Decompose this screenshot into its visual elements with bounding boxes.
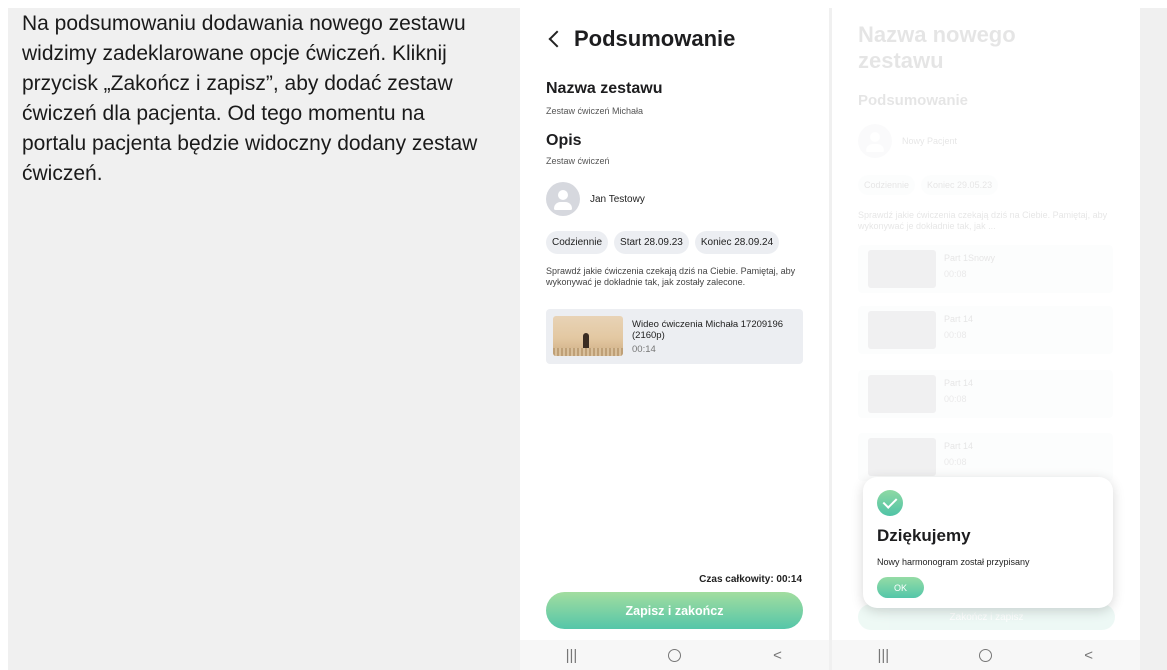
checkmark-icon [877,490,903,516]
instructions-text: Sprawdź jakie ćwiczenia czekają dziś na … [858,210,1108,231]
patient-row: Nowy Pacjent [858,124,957,158]
video-title: Wideo ćwiczenia Michała 17209196 (2160p) [632,319,784,341]
header: Podsumowanie [546,26,735,52]
confirmation-screen: Nazwa nowego zestawu Podsumowanie Nowy P… [832,8,1140,670]
set-title: Nazwa nowego zestawu [858,22,1016,73]
person-silhouette [583,333,589,349]
schedule-chips: Codziennie Koniec 29.05.23 [858,175,999,195]
success-dialog: Dziękujemy Nowy harmonogram został przyp… [863,477,1113,608]
set-name-heading: Nazwa zestawu [546,80,663,97]
home-icon[interactable] [655,648,695,662]
start-date-chip: Start 28.09.23 [614,231,689,254]
patient-name: Jan Testowy [590,193,645,205]
summary-screen: Podsumowanie Nazwa zestawu Zestaw ćwicze… [520,8,829,670]
item-duration: 00:08 [944,457,967,467]
list-item: Part 1Snowy 00:08 [858,245,1113,293]
item-name: Part 14 [944,378,974,388]
video-duration: 00:14 [632,344,656,355]
patient-name: Nowy Pacjent [902,136,958,146]
avatar [858,124,892,158]
avatar [546,182,580,216]
home-icon[interactable] [966,648,1006,662]
item-name: Part 1Snowy [944,253,996,263]
video-card[interactable]: Wideo ćwiczenia Michała 17209196 (2160p)… [546,309,803,364]
description-heading: Opis [546,132,582,149]
recents-icon[interactable]: ||| [863,647,903,664]
item-duration: 00:08 [944,394,967,404]
video-thumbnail [553,316,623,356]
set-name-value: Zestaw ćwiczeń Michała [546,106,644,116]
dialog-title: Dziękujemy [877,526,971,545]
frequency-chip: Codziennie [858,175,916,195]
frequency-chip: Codziennie [546,231,609,254]
chevron-left-icon[interactable] [546,27,566,51]
instructions-text: Sprawdź jakie ćwiczenia czekają dziś na … [546,266,796,287]
summary-subtitle: Podsumowanie [858,92,969,109]
item-name: Part 14 [944,314,974,324]
video-thumbnail [868,250,936,288]
right-panel-background [1140,8,1167,670]
total-time: Czas całkowity: 00:14 [699,574,802,585]
item-duration: 00:08 [944,269,967,279]
recents-icon[interactable]: ||| [552,647,592,664]
ok-button[interactable]: OK [877,577,924,598]
end-date-chip: Koniec 29.05.23 [921,175,999,195]
android-nav-bar: ||| < [520,640,829,670]
slide: Na podsumowaniu dodawania nowego zestawu… [0,0,1167,670]
video-thumbnail [868,375,936,413]
end-date-chip: Koniec 28.09.24 [694,231,780,254]
list-item: Part 14 00:08 [858,370,1113,418]
instruction-text: Na podsumowaniu dodawania nowego zestawu… [22,12,478,185]
dialog-message: Nowy harmonogram został przypisany [877,557,1030,567]
page-title: Podsumowanie [574,26,736,51]
schedule-chips: Codziennie Start 28.09.23 Koniec 28.09.2… [546,231,780,254]
list-item: Part 14 00:08 [858,433,1113,481]
item-duration: 00:08 [944,330,967,340]
save-and-finish-button[interactable]: Zapisz i zakończ [546,592,803,629]
back-icon[interactable]: < [1069,647,1109,664]
video-thumbnail [868,311,936,349]
description-value: Zestaw ćwiczeń [546,156,610,166]
android-nav-bar: ||| < [832,640,1140,670]
back-icon[interactable]: < [758,647,798,664]
patient-row: Jan Testowy [546,182,645,216]
item-name: Part 14 [944,441,974,451]
video-thumbnail [868,438,936,476]
list-item: Part 14 00:08 [858,306,1113,354]
